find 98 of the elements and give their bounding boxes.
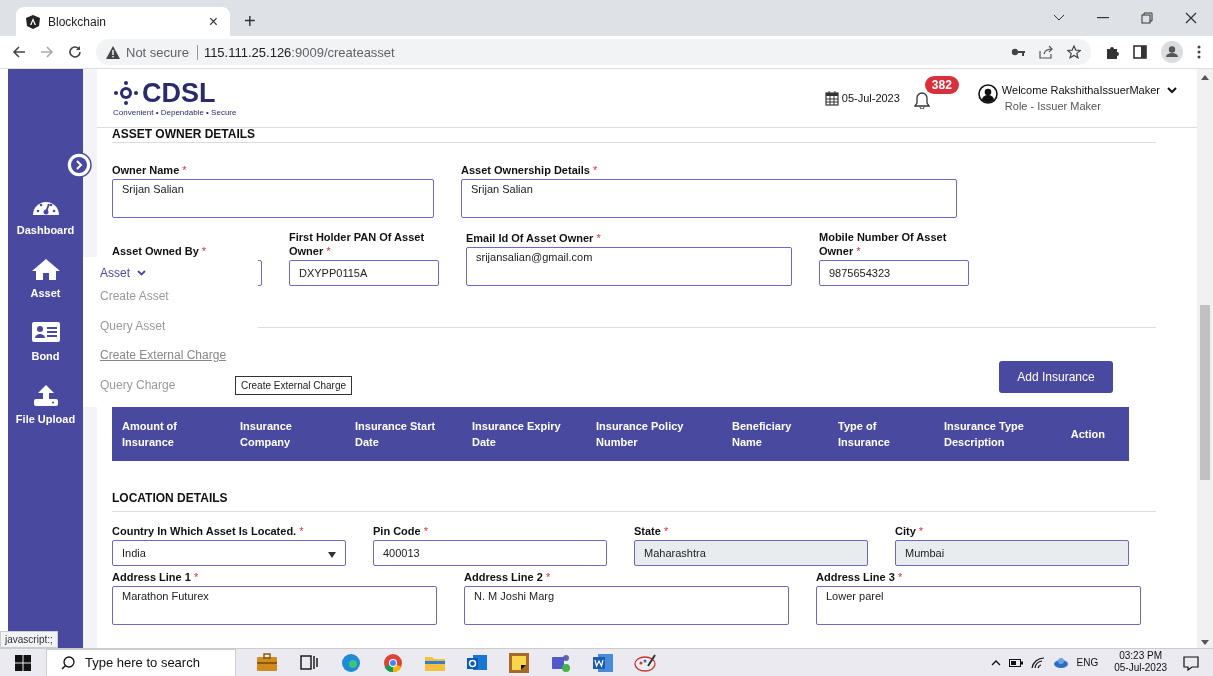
close-tab-button[interactable]: × <box>204 12 222 31</box>
input-field[interactable]: Srijan Salian <box>112 179 434 218</box>
column-header: Insurance Expiry Date <box>472 419 562 450</box>
column-header: Insurance Start Date <box>355 419 437 450</box>
collapse-toggle-icon[interactable] <box>66 152 92 178</box>
id-card-icon <box>30 321 61 343</box>
minimize-icon[interactable] <box>1097 17 1109 19</box>
column-header: Insurance Company <box>240 419 293 450</box>
tooltip: Create External Charge <box>235 376 353 395</box>
browser-icon[interactable] <box>340 651 362 674</box>
sidebar-item[interactable]: Dashboard <box>16 195 75 236</box>
scroll-up-icon[interactable] <box>1201 75 1209 80</box>
field-label: Address Line 1 * <box>112 570 200 584</box>
restore-icon[interactable] <box>1141 12 1153 24</box>
input-field[interactable]: 9875654323 <box>819 260 969 286</box>
section-title: ASSET OWNER DETAILS <box>112 128 1156 143</box>
sidebar-item[interactable]: Bond <box>30 321 61 362</box>
close-icon[interactable] <box>1185 12 1197 24</box>
tab-title: Blockchain <box>48 14 108 29</box>
date-text: 05-Jul-2023 <box>841 92 900 104</box>
wifi-icon[interactable] <box>1030 656 1045 669</box>
search-icon <box>61 655 75 670</box>
chevron-down-icon <box>137 270 146 276</box>
browser-tab[interactable]: Blockchain × <box>16 7 230 36</box>
field-label: Asset Owned By * <box>112 244 208 258</box>
status-url: javascript:; <box>0 631 58 648</box>
field-label: Mobile Number Of Asset Owner * <box>819 230 948 258</box>
field-label: Address Line 2 * <box>464 570 552 584</box>
field-label: Pin Code * <box>373 524 429 538</box>
puzzle-icon[interactable] <box>1105 45 1119 59</box>
windows-icon[interactable] <box>15 654 31 671</box>
language-indicator[interactable]: ENG <box>1076 657 1099 668</box>
chevron-down-icon[interactable] <box>1167 86 1177 94</box>
network-icon[interactable] <box>1052 656 1069 669</box>
battery-icon[interactable] <box>1008 658 1023 667</box>
logo-tagline: Convenient • Dependable • Secure <box>113 107 237 117</box>
sidebar-item[interactable]: Asset <box>30 258 61 299</box>
field-label: Owner Name * <box>112 163 188 177</box>
address-bar[interactable]: Not secure 115.111.25.126:9009/createasset <box>96 39 1091 65</box>
logo-icon <box>113 80 139 106</box>
column-header: Insurance Type Description <box>944 419 1025 450</box>
input-field[interactable]: srijansalian@gmail.com <box>466 247 792 286</box>
home-icon <box>30 258 61 280</box>
warning-icon <box>106 45 120 59</box>
calendar-icon <box>824 90 839 106</box>
reload-icon[interactable] <box>68 45 82 59</box>
input-field[interactable]: Srijan Salian <box>461 179 957 218</box>
menu-item[interactable]: Create External Charge <box>100 348 227 378</box>
new-tab-button[interactable]: + <box>238 9 262 34</box>
column-header: Insurance Policy Number <box>596 419 685 450</box>
clock[interactable]: 03:23 PM 05-Jul-2023 <box>1114 649 1167 676</box>
column-header: Action <box>1070 427 1106 442</box>
notification-icon[interactable] <box>1183 654 1199 671</box>
input-field[interactable]: N. M Joshi Marg <box>464 586 789 625</box>
scroll-down-icon[interactable] <box>1201 640 1209 645</box>
add-insurance-button[interactable]: Add Insurance <box>999 361 1113 393</box>
key-icon[interactable] <box>1011 48 1025 56</box>
sidebar-item[interactable]: File Upload <box>15 384 76 425</box>
star-icon[interactable] <box>1067 45 1081 59</box>
security-label: Not secure <box>126 44 198 60</box>
field-label: First Holder PAN Of Asset Owner * <box>289 230 426 258</box>
bell-icon[interactable] <box>913 91 930 109</box>
input-field[interactable]: Marathon Futurex <box>112 586 437 625</box>
dropdown-caret-icon <box>328 552 336 558</box>
tab-search-icon[interactable] <box>1053 14 1065 22</box>
side-panel-icon[interactable] <box>1133 45 1147 59</box>
column-header: Amount of Insurance <box>122 419 178 450</box>
url-text: 115.111.25.126:9009/createasset <box>203 44 395 60</box>
share-icon[interactable] <box>1039 45 1053 59</box>
input-field[interactable]: Lower parel <box>816 586 1141 625</box>
profile-icon[interactable] <box>1161 41 1183 63</box>
user-avatar-icon <box>977 84 998 104</box>
document-icon[interactable] <box>592 651 614 674</box>
back-icon[interactable] <box>12 46 26 58</box>
role-text: Role - Issuer Maker <box>1003 100 1102 112</box>
section-title: LOCATION DETAILS <box>112 492 1156 512</box>
field-label: Asset Ownership Details * <box>461 163 599 177</box>
column-header: Beneficiary Name <box>732 419 793 450</box>
briefcase-icon[interactable] <box>256 651 278 674</box>
column-header: Type of Insurance <box>838 419 891 450</box>
field-label: State * <box>634 524 670 538</box>
note-icon[interactable] <box>508 651 530 674</box>
dropdown[interactable]: India <box>112 540 346 566</box>
input-field[interactable]: 400013 <box>373 540 607 566</box>
scrollbar-thumb[interactable] <box>1200 305 1210 480</box>
app-icon <box>26 14 40 29</box>
notification-badge: 382 <box>924 75 959 94</box>
chevron-up-icon[interactable] <box>990 659 1001 666</box>
input-field[interactable]: DXYPP0115A <box>289 260 439 286</box>
field-label: Email Id Of Asset Owner * <box>466 231 602 245</box>
welcome-text: Welcome RakshithaIssuerMaker <box>1001 84 1160 96</box>
field-label: City * <box>895 524 925 538</box>
field-label: Country In Which Asset Is Located. * <box>112 524 305 538</box>
search-field[interactable]: Type here to search <box>46 648 236 676</box>
menu-title[interactable]: Asset <box>100 266 258 280</box>
field-label: Address Line 3 * <box>816 570 904 584</box>
more-icon[interactable] <box>1197 45 1201 59</box>
logo-text: CDSL <box>142 79 216 107</box>
